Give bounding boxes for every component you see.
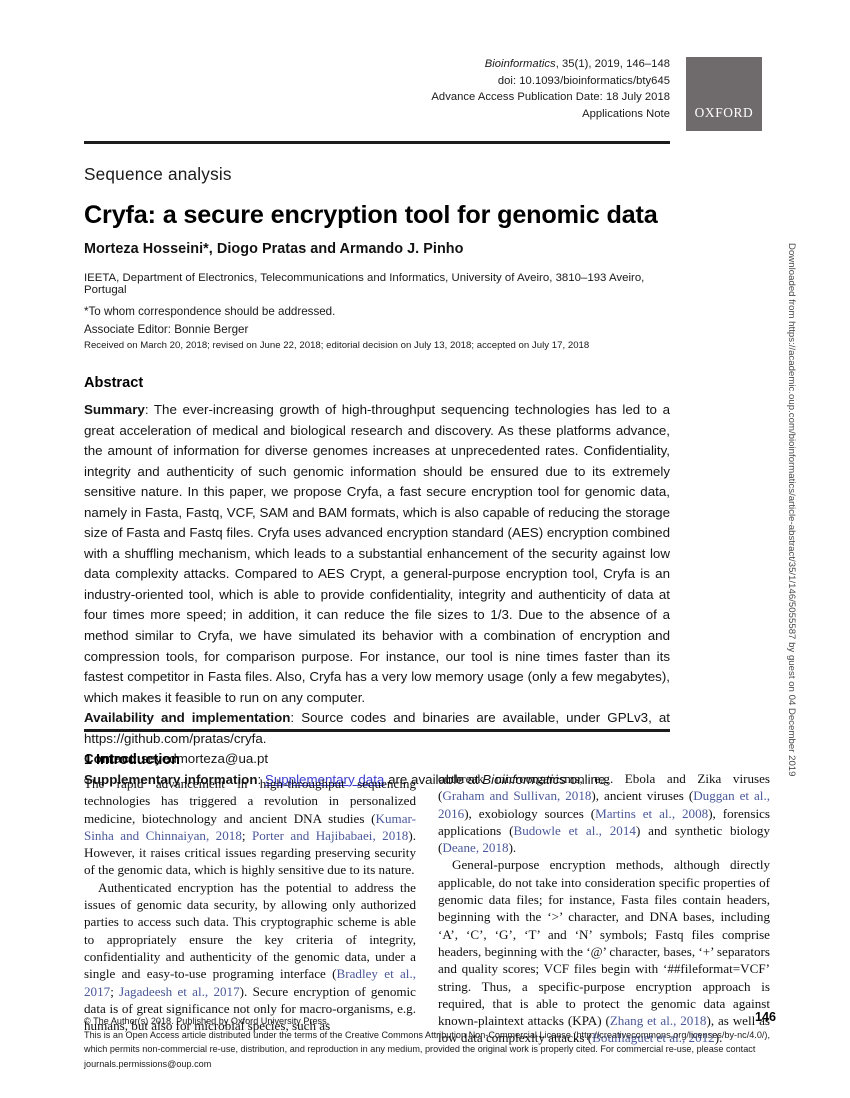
correspondence-block: *To whom correspondence should be addres… <box>84 303 684 338</box>
download-watermark: Downloaded from https://academic.oup.com… <box>786 243 797 777</box>
abstract-divider-rule <box>84 729 670 733</box>
text-run: ; <box>241 827 252 843</box>
article-page: Bioinformatics, 35(1), 2019, 146–148 doi… <box>0 0 850 1098</box>
abstract-availability-label: Availability and implementation <box>84 710 291 726</box>
paragraph: outbreak microorganisms, e.g. Ebola and … <box>438 770 770 856</box>
citation-link[interactable]: Porter and Hajibabaei, 2018 <box>252 828 408 843</box>
copyright-text: © The Author(s) 2018. Published by Oxfor… <box>84 1016 330 1026</box>
journal-name: Bioinformatics <box>484 58 556 70</box>
masthead-article-type: Applications Note <box>582 107 670 120</box>
citation-link[interactable]: Graham and Sullivan, 2018 <box>442 788 591 803</box>
paragraph: Authenticated encryption has the potenti… <box>84 879 416 1035</box>
abstract-summary-label: Summary <box>84 402 145 417</box>
affiliation: IEETA, Department of Electronics, Teleco… <box>84 272 645 296</box>
abstract-summary-text: : The ever-increasing growth of high-thr… <box>84 402 670 705</box>
citation-link[interactable]: Martins et al., 2008 <box>595 806 708 821</box>
text-run: ; <box>110 983 120 999</box>
submission-history: Received on March 20, 2018; revised on J… <box>84 340 590 351</box>
body-column-right: outbreak microorganisms, e.g. Ebola and … <box>438 770 770 1047</box>
oxford-university-press-logo: OXFORD <box>686 57 762 131</box>
page-title: Cryfa: a secure encryption tool for geno… <box>84 201 658 229</box>
text-run: ), exobiology sources ( <box>464 805 596 821</box>
masthead-doi: doi: 10.1093/bioinformatics/bty645 <box>497 74 670 87</box>
journal-citation-rest: , 35(1), 2019, 146–148 <box>555 58 670 70</box>
page-footer: © The Author(s) 2018. Published by Oxfor… <box>84 1010 776 1071</box>
author-list: Morteza Hosseini*, Diogo Pratas and Arma… <box>84 241 464 257</box>
abstract-summary-paragraph: Summary: The ever-increasing growth of h… <box>84 400 670 708</box>
header-divider-rule <box>84 141 670 145</box>
license-text: This is an Open Access article distribut… <box>84 1030 771 1069</box>
masthead-advance-access: Advance Access Publication Date: 18 July… <box>431 91 670 104</box>
section-kicker: Sequence analysis <box>84 164 232 184</box>
copyright-line: © The Author(s) 2018. Published by Oxfor… <box>84 1010 776 1028</box>
citation-link[interactable]: Jagadeesh et al., 2017 <box>119 984 240 999</box>
body-column-left: The rapid advancement in high-throughput… <box>84 775 416 1034</box>
text-run: ), ancient viruses ( <box>591 788 694 804</box>
text-run: ). <box>508 840 517 856</box>
masthead-citation: Bioinformatics, 35(1), 2019, 146–148 <box>84 56 670 73</box>
page-number: 146 <box>754 1010 776 1024</box>
citation-link[interactable]: Budowle et al., 2014 <box>513 823 635 838</box>
paragraph: The rapid advancement in high-throughput… <box>84 775 416 879</box>
correspondence-note: *To whom correspondence should be addres… <box>84 305 336 318</box>
masthead: Bioinformatics, 35(1), 2019, 146–148 doi… <box>84 56 670 122</box>
text-run: The rapid advancement in high-throughput… <box>84 776 416 826</box>
text-run: General-purpose encryption methods, alth… <box>438 857 770 1029</box>
oxford-logo-text: OXFORD <box>694 105 754 120</box>
abstract-heading: Abstract <box>84 375 144 391</box>
introduction-heading: 1 Introduction <box>84 752 180 768</box>
citation-link[interactable]: Deane, 2018 <box>442 840 508 855</box>
associate-editor: Associate Editor: Bonnie Berger <box>84 322 249 336</box>
